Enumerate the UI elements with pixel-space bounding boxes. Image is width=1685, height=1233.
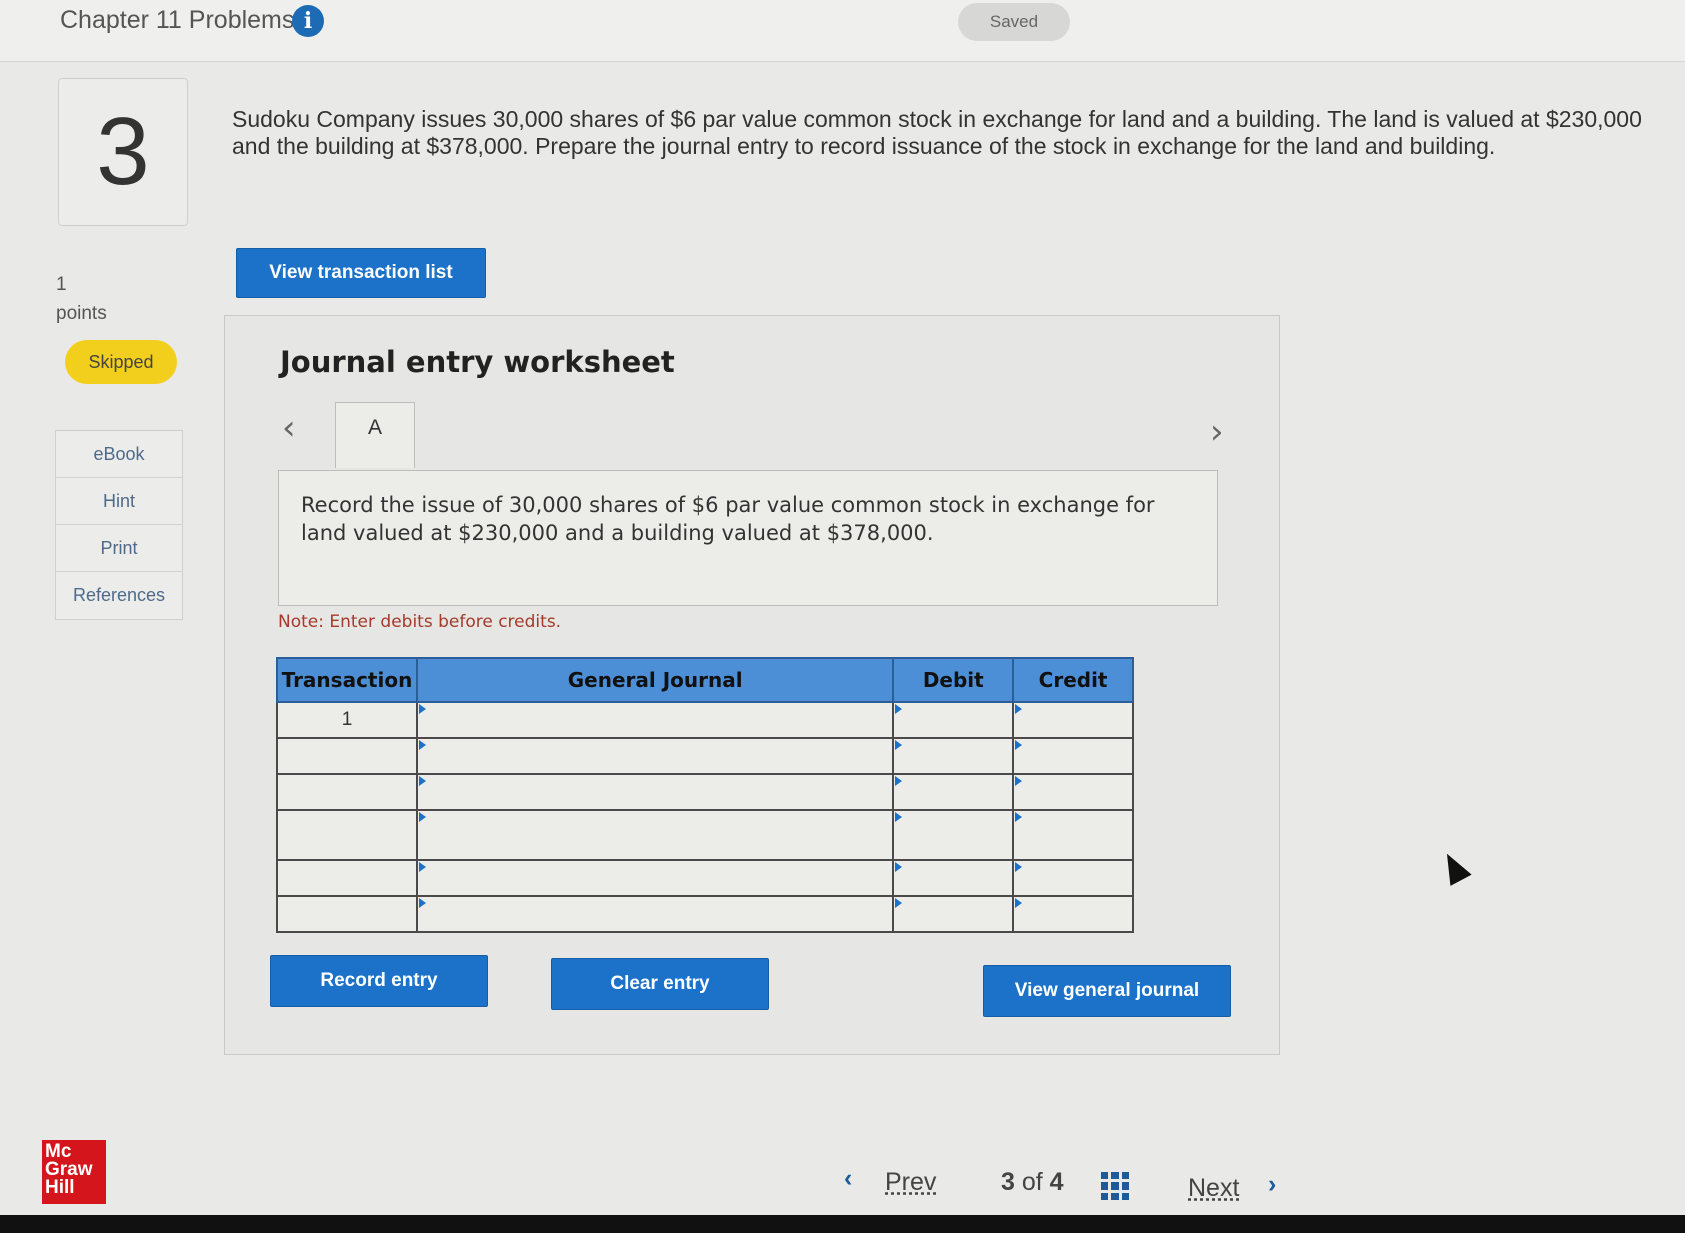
prev-button[interactable]: Prev [885,1168,936,1197]
table-row: 1 [276,701,1134,739]
transaction-cell: 1 [276,701,418,739]
tab-a[interactable]: A [335,402,415,468]
account-input[interactable] [415,773,895,811]
debit-input[interactable] [892,809,1015,861]
account-input[interactable] [415,737,895,775]
debit-input[interactable] [892,701,1015,739]
transaction-cell [276,859,418,897]
table-row [276,737,1134,775]
sidebar-item-print[interactable]: Print [56,525,182,572]
worksheet-title: Journal entry worksheet [280,345,675,379]
transaction-cell [276,773,418,811]
info-icon[interactable]: i [292,5,324,37]
page-total: 4 [1049,1168,1064,1196]
credit-input[interactable] [1012,701,1134,739]
table-row [276,895,1134,933]
account-input[interactable] [415,809,895,861]
mcgraw-hill-logo: Mc Graw Hill [42,1140,106,1204]
credit-input[interactable] [1012,737,1134,775]
instruction-text: Record the issue of 30,000 shares of $6 … [301,493,1155,545]
account-input[interactable] [415,701,895,739]
page-of: of [1021,1168,1043,1196]
screen-bezel [0,1215,1685,1233]
chapter-title: Chapter 11 Problems [60,6,295,34]
note-text: Note: Enter debits before credits. [278,612,562,632]
clear-entry-button[interactable]: Clear entry [551,958,769,1010]
credit-input[interactable] [1012,773,1134,811]
points-label: points [56,303,107,324]
page-indicator: 3 of 4 [1001,1168,1064,1197]
debit-input[interactable] [892,773,1015,811]
chevron-left-icon[interactable]: ‹ [844,1164,852,1193]
chevron-left-icon[interactable]: ‹ [282,408,296,448]
instruction-box: Record the issue of 30,000 shares of $6 … [278,470,1218,606]
question-number: 3 [58,78,188,226]
col-header-debit: Debit [892,657,1015,703]
question-text: Sudoku Company issues 30,000 shares of $… [232,106,1642,159]
next-button[interactable]: Next [1188,1174,1239,1203]
page-current: 3 [1001,1168,1015,1196]
account-input[interactable] [415,859,895,897]
sidebar-item-ebook[interactable]: eBook [56,431,182,478]
grid-icon[interactable] [1101,1172,1129,1200]
transaction-cell [276,737,418,775]
credit-input[interactable] [1012,859,1134,897]
col-header-transaction: Transaction [276,657,418,703]
logo-line: Hill [45,1177,75,1198]
transaction-cell [276,809,418,861]
saved-status: Saved [958,3,1070,41]
table-row [276,773,1134,811]
chevron-right-icon[interactable]: › [1210,412,1224,452]
table-row [276,859,1134,897]
sidebar-item-references[interactable]: References [56,572,182,619]
skipped-badge: Skipped [65,340,177,384]
sidebar-item-hint[interactable]: Hint [56,478,182,525]
credit-input[interactable] [1012,809,1134,861]
points-info: 1 points [56,270,107,328]
account-input[interactable] [415,895,895,933]
chevron-right-icon[interactable]: › [1268,1170,1276,1199]
sidebar-tools: eBook Hint Print References [55,430,183,620]
col-header-credit: Credit [1012,657,1134,703]
journal-table: Transaction General Journal Debit Credit… [276,657,1134,933]
table-row [276,809,1134,861]
top-bar: Chapter 11 Problems i Saved [0,0,1685,62]
credit-input[interactable] [1012,895,1134,933]
debit-input[interactable] [892,737,1015,775]
debit-input[interactable] [892,859,1015,897]
debit-input[interactable] [892,895,1015,933]
view-general-journal-button[interactable]: View general journal [983,965,1231,1017]
view-transaction-list-button[interactable]: View transaction list [236,248,486,298]
points-value: 1 [56,274,67,295]
transaction-cell [276,895,418,933]
record-entry-button[interactable]: Record entry [270,955,488,1007]
col-header-general-journal: General Journal [415,657,895,703]
mouse-cursor-icon [1436,848,1472,886]
